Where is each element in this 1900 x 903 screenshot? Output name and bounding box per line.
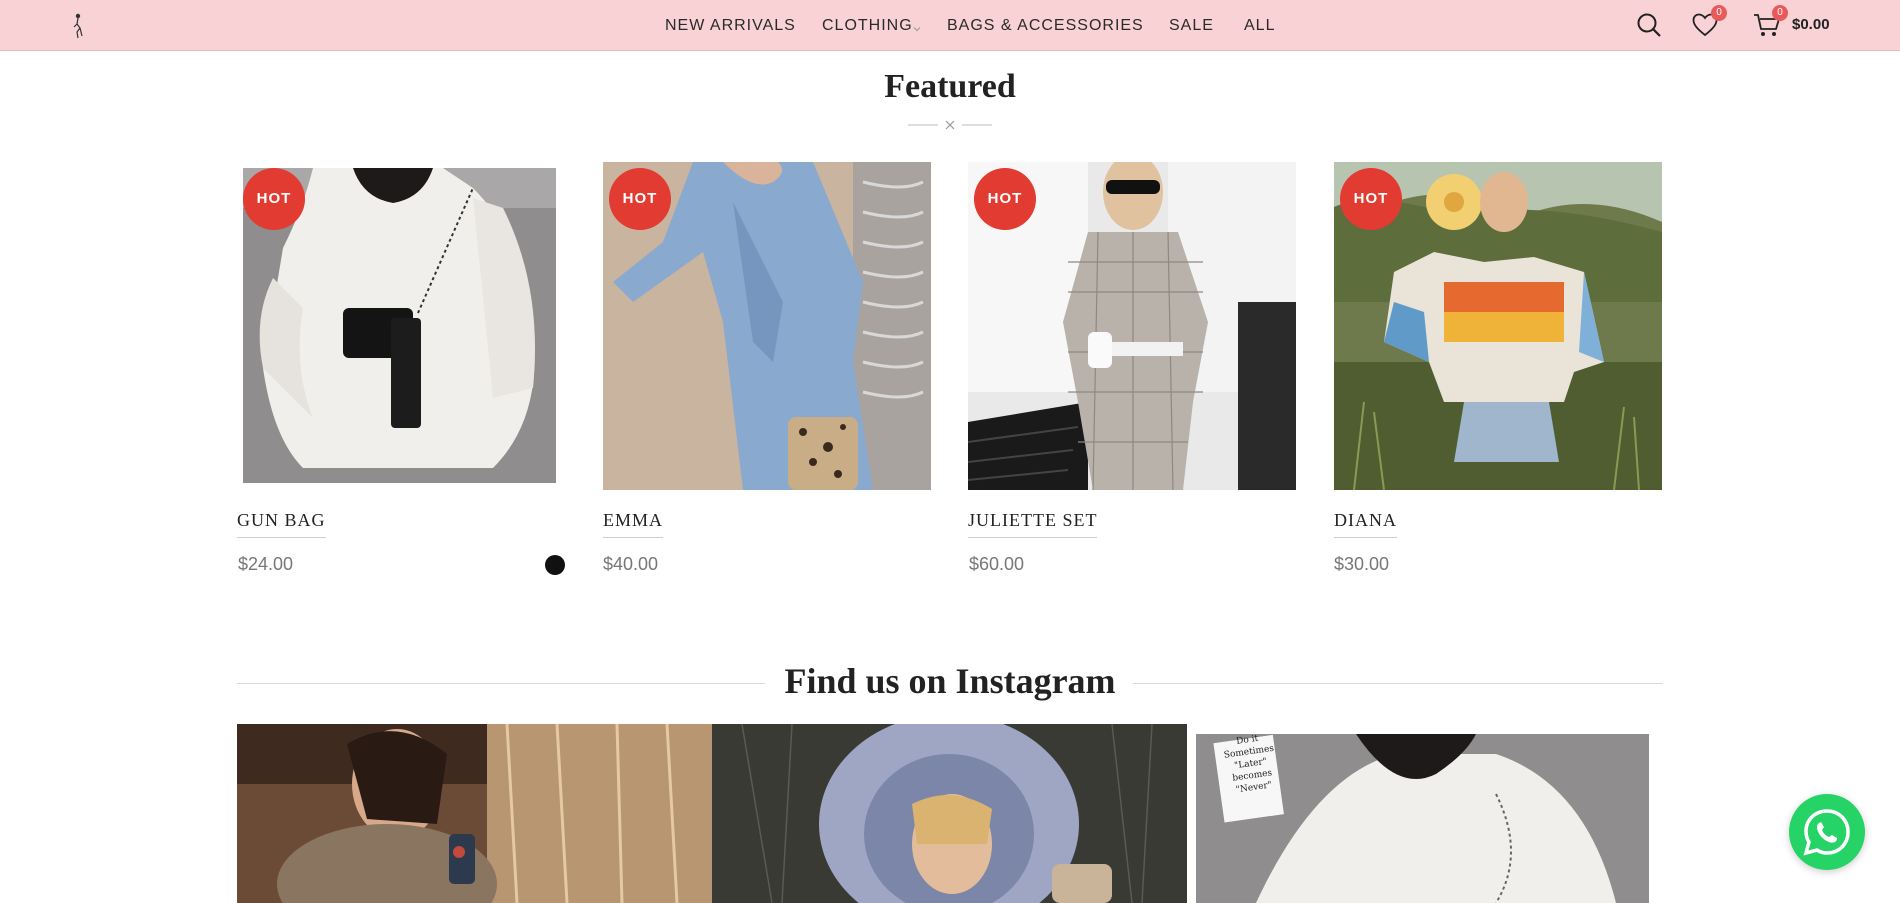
hot-badge: HOT xyxy=(609,168,671,230)
product-price: $30.00 xyxy=(1334,554,1390,574)
instagram-post-1[interactable] xyxy=(237,724,712,903)
color-swatch-black[interactable] xyxy=(545,555,565,575)
cart-count-badge: 0 xyxy=(1772,5,1788,21)
cart-total[interactable]: $0.00 xyxy=(1792,16,1830,33)
product-price: $60.00 xyxy=(969,554,1025,574)
sticky-note: Do it Sometimes "Later" becomes "Never" xyxy=(1217,734,1288,818)
main-nav: NEW ARRIVALS CLOTHING BAGS & ACCESSORIES… xyxy=(0,0,1900,51)
product-name[interactable]: GUN BAG xyxy=(237,510,326,538)
product-name[interactable]: DIANA xyxy=(1334,510,1397,538)
wishlist-count-badge: 0 xyxy=(1711,5,1727,21)
title-divider xyxy=(908,117,992,133)
whatsapp-icon xyxy=(1803,809,1850,856)
featured-heading: Featured xyxy=(884,68,1016,105)
chevron-down-icon xyxy=(913,20,921,32)
product-price: $24.00 xyxy=(238,554,294,574)
product-price: $40.00 xyxy=(603,554,659,574)
nav-clothing[interactable]: CLOTHING xyxy=(822,17,913,35)
hot-badge: HOT xyxy=(243,168,305,230)
site-header: NEW ARRIVALS CLOTHING BAGS & ACCESSORIES… xyxy=(0,0,1900,51)
nav-bags-accessories[interactable]: BAGS & ACCESSORIES xyxy=(947,17,1144,35)
hot-badge: HOT xyxy=(974,168,1036,230)
instagram-post-2[interactable] xyxy=(712,724,1187,903)
whatsapp-chat-button[interactable] xyxy=(1789,794,1865,870)
nav-all[interactable]: ALL xyxy=(1244,17,1275,35)
hot-badge: HOT xyxy=(1340,168,1402,230)
instagram-heading: Find us on Instagram xyxy=(784,661,1116,701)
nav-new-arrivals[interactable]: NEW ARRIVALS xyxy=(665,17,796,35)
search-icon[interactable] xyxy=(1636,12,1662,43)
product-name[interactable]: EMMA xyxy=(603,510,664,538)
nav-sale[interactable]: SALE xyxy=(1169,17,1214,35)
instagram-post-3[interactable]: Do it Sometimes "Later" becomes "Never" xyxy=(1196,734,1649,903)
product-name[interactable]: JULIETTE SET xyxy=(968,510,1098,538)
